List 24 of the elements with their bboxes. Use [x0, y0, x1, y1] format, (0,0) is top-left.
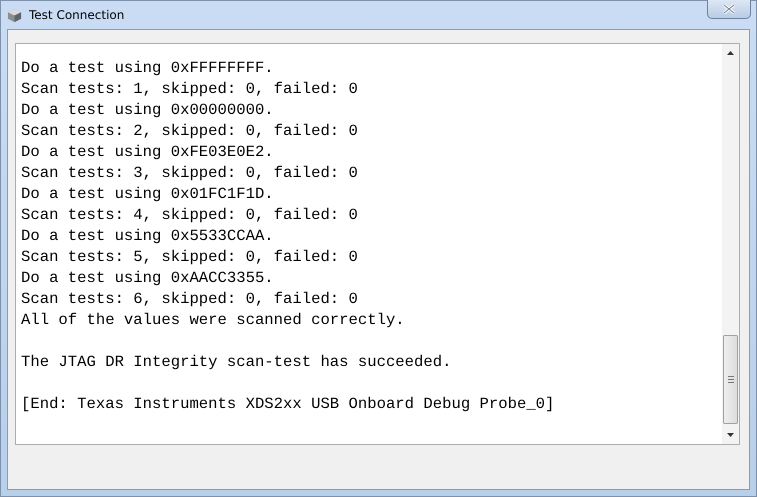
log-line: Scan tests: 6, skipped: 0, failed: 0: [21, 289, 358, 310]
log-line: Scan tests: 2, skipped: 0, failed: 0: [21, 121, 358, 142]
log-line: Do a test using 0x00000000.: [21, 100, 274, 121]
log-line: All of the values were scanned correctly.: [21, 310, 405, 331]
close-button[interactable]: [707, 0, 751, 19]
log-line: Do a test using 0x5533CCAA.: [21, 226, 274, 247]
scrollbar[interactable]: [722, 44, 739, 444]
cube-icon: [7, 8, 22, 22]
scroll-down-icon[interactable]: [727, 433, 734, 437]
log-line: Scan tests: 5, skipped: 0, failed: 0: [21, 247, 358, 268]
window-title: Test Connection: [29, 8, 124, 22]
log-line: Scan tests: 3, skipped: 0, failed: 0: [21, 163, 358, 184]
scroll-thumb[interactable]: [723, 335, 738, 424]
log-line: Do a test using 0xFE03E0E2.: [21, 142, 274, 163]
log-line: Do a test using 0xFFFFFFFF.: [21, 58, 274, 79]
log-line: The JTAG DR Integrity scan-test has succeeded.: [21, 352, 452, 373]
log-line: Scan tests: 1, skipped: 0, failed: 0: [21, 79, 358, 100]
grip-icon: [728, 376, 734, 383]
scroll-up-icon[interactable]: [727, 51, 734, 55]
log-line: Do a test using 0x01FC1F1D.: [21, 184, 274, 205]
close-icon: [722, 4, 736, 14]
log-line: [End: Texas Instruments XDS2xx USB Onboard Debug Probe_0]: [21, 394, 554, 415]
log-line: Do a test using 0xAACC3355.: [21, 268, 274, 289]
log-line: Scan tests: 4, skipped: 0, failed: 0: [21, 205, 358, 226]
